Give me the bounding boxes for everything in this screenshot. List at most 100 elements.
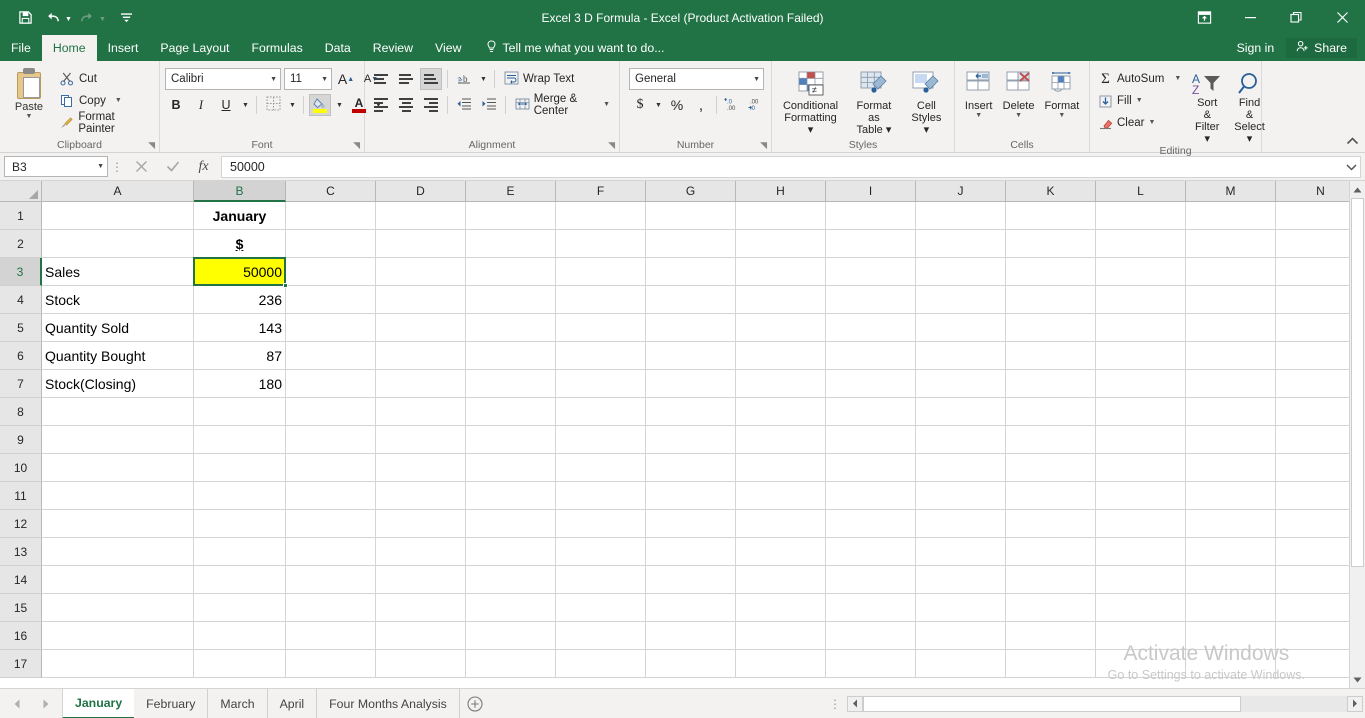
row-header-4[interactable]: 4 <box>0 286 42 314</box>
formula-input[interactable]: 50000 <box>221 156 1343 178</box>
cell-N3[interactable] <box>1276 258 1349 286</box>
cell-H8[interactable] <box>736 398 826 426</box>
cell-D7[interactable] <box>376 370 466 398</box>
cell-N11[interactable] <box>1276 482 1349 510</box>
restore-button[interactable] <box>1273 0 1319 35</box>
scroll-left-button[interactable] <box>847 696 863 712</box>
underline-button[interactable]: U <box>215 94 237 116</box>
cell-B7[interactable]: 180 <box>194 370 286 398</box>
cell-J4[interactable] <box>916 286 1006 314</box>
cell-C1[interactable] <box>286 202 376 230</box>
cell-F3[interactable] <box>556 258 646 286</box>
row-header-9[interactable]: 9 <box>0 426 42 454</box>
cell-F9[interactable] <box>556 426 646 454</box>
cell-B12[interactable] <box>194 510 286 538</box>
cell-L10[interactable] <box>1096 454 1186 482</box>
cell-K16[interactable] <box>1006 622 1096 650</box>
cell-H11[interactable] <box>736 482 826 510</box>
cell-B14[interactable] <box>194 566 286 594</box>
cell-M12[interactable] <box>1186 510 1276 538</box>
align-top-button[interactable] <box>370 68 392 90</box>
cell-N13[interactable] <box>1276 538 1349 566</box>
cell-J6[interactable] <box>916 342 1006 370</box>
cell-A1[interactable] <box>42 202 194 230</box>
font-size-combo[interactable]: 11 ▼ <box>284 68 332 90</box>
cell-M9[interactable] <box>1186 426 1276 454</box>
vertical-scroll-thumb[interactable] <box>1351 198 1364 567</box>
row-header-8[interactable]: 8 <box>0 398 42 426</box>
tell-me-search[interactable]: Tell me what you want to do... <box>478 35 672 61</box>
clear-dropdown-caret[interactable]: ▼ <box>1148 119 1155 127</box>
cell-K6[interactable] <box>1006 342 1096 370</box>
cell-H1[interactable] <box>736 202 826 230</box>
cell-L13[interactable] <box>1096 538 1186 566</box>
cell-B11[interactable] <box>194 482 286 510</box>
cell-J5[interactable] <box>916 314 1006 342</box>
cell-F15[interactable] <box>556 594 646 622</box>
cell-C15[interactable] <box>286 594 376 622</box>
previous-sheet-button[interactable] <box>8 693 26 715</box>
cell-M10[interactable] <box>1186 454 1276 482</box>
cell-L5[interactable] <box>1096 314 1186 342</box>
next-sheet-button[interactable] <box>36 693 54 715</box>
cell-N8[interactable] <box>1276 398 1349 426</box>
column-header-C[interactable]: C <box>286 181 376 202</box>
cell-G3[interactable] <box>646 258 736 286</box>
cell-F1[interactable] <box>556 202 646 230</box>
align-left-button[interactable] <box>370 94 392 116</box>
cell-F6[interactable] <box>556 342 646 370</box>
cell-J1[interactable] <box>916 202 1006 230</box>
cell-E8[interactable] <box>466 398 556 426</box>
cell-F12[interactable] <box>556 510 646 538</box>
cell-K9[interactable] <box>1006 426 1096 454</box>
cell-I13[interactable] <box>826 538 916 566</box>
merge-center-button[interactable]: Merge & Center ▼ <box>511 94 614 116</box>
cell-H4[interactable] <box>736 286 826 314</box>
fill-color-button[interactable] <box>309 94 331 116</box>
cell-D14[interactable] <box>376 566 466 594</box>
cell-N6[interactable] <box>1276 342 1349 370</box>
tab-data[interactable]: Data <box>314 35 362 61</box>
scroll-down-button[interactable] <box>1350 671 1365 688</box>
cell-G9[interactable] <box>646 426 736 454</box>
cell-E10[interactable] <box>466 454 556 482</box>
fill-button[interactable]: Fill ▼ <box>1095 90 1184 112</box>
cell-D12[interactable] <box>376 510 466 538</box>
cell-B8[interactable] <box>194 398 286 426</box>
cell-I8[interactable] <box>826 398 916 426</box>
cell-B3[interactable]: 50000 <box>194 258 286 286</box>
cell-M3[interactable] <box>1186 258 1276 286</box>
cell-G10[interactable] <box>646 454 736 482</box>
cell-M4[interactable] <box>1186 286 1276 314</box>
enter-formula-button[interactable] <box>157 156 188 178</box>
cell-I4[interactable] <box>826 286 916 314</box>
comma-style-button[interactable]: , <box>690 94 712 116</box>
cell-N9[interactable] <box>1276 426 1349 454</box>
cell-F4[interactable] <box>556 286 646 314</box>
sort-filter-button[interactable]: AZ Sort & Filter ▾ <box>1188 66 1226 145</box>
cell-N4[interactable] <box>1276 286 1349 314</box>
cell-K15[interactable] <box>1006 594 1096 622</box>
cell-D3[interactable] <box>376 258 466 286</box>
cell-I9[interactable] <box>826 426 916 454</box>
cell-B13[interactable] <box>194 538 286 566</box>
underline-dropdown-caret[interactable]: ▼ <box>240 94 251 116</box>
close-button[interactable] <box>1319 0 1365 35</box>
cell-E14[interactable] <box>466 566 556 594</box>
cell-L16[interactable] <box>1096 622 1186 650</box>
cell-F14[interactable] <box>556 566 646 594</box>
cell-K2[interactable] <box>1006 230 1096 258</box>
cell-H7[interactable] <box>736 370 826 398</box>
cell-A14[interactable] <box>42 566 194 594</box>
cell-L3[interactable] <box>1096 258 1186 286</box>
column-header-F[interactable]: F <box>556 181 646 202</box>
cell-C4[interactable] <box>286 286 376 314</box>
cell-F8[interactable] <box>556 398 646 426</box>
increase-font-size-button[interactable]: A▲ <box>335 68 357 90</box>
cell-G14[interactable] <box>646 566 736 594</box>
copy-dropdown-caret[interactable]: ▼ <box>115 97 122 105</box>
name-box[interactable]: B3 ▼ <box>4 156 108 177</box>
clipboard-dialog-launcher[interactable]: ◥ <box>148 140 155 151</box>
cell-D9[interactable] <box>376 426 466 454</box>
cell-N16[interactable] <box>1276 622 1349 650</box>
